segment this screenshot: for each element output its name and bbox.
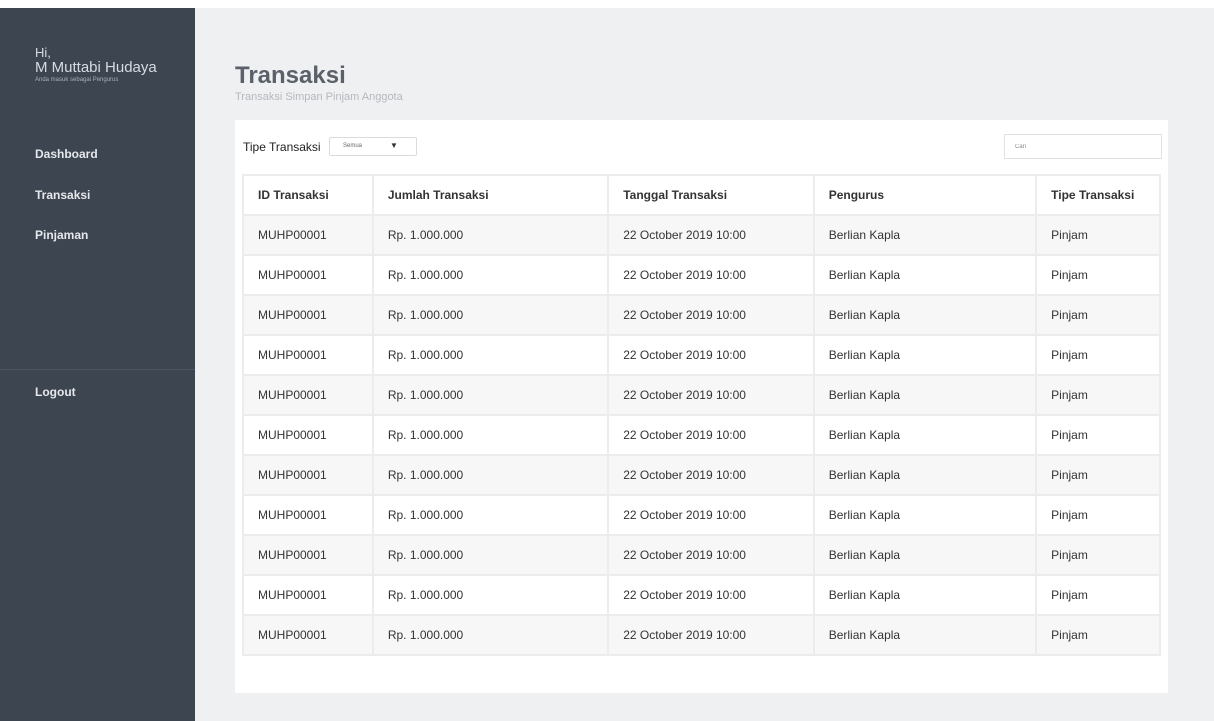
cell-id: MUHP00001 xyxy=(242,534,374,576)
cell-date: 22 October 2019 10:00 xyxy=(607,374,815,416)
cell-id: MUHP00001 xyxy=(242,334,374,376)
cell-id: MUHP00001 xyxy=(242,374,374,416)
column-header-id: ID Transaksi xyxy=(242,174,374,216)
caret-down-icon: ▼ xyxy=(390,141,398,150)
cell-date: 22 October 2019 10:00 xyxy=(607,454,815,496)
sidebar-item-dashboard[interactable]: Dashboard xyxy=(35,147,98,161)
cell-date: 22 October 2019 10:00 xyxy=(607,614,815,656)
page-title: Transaksi xyxy=(235,62,346,89)
logout-button[interactable]: Logout xyxy=(35,385,76,399)
transactions-card: Tipe Transaksi Semua ▼ ID Transaksi Juml… xyxy=(235,120,1168,693)
user-role: Anda masuk sebagai Pengurus xyxy=(35,77,119,83)
cell-amount: Rp. 1.000.000 xyxy=(371,614,610,656)
cell-id: MUHP00001 xyxy=(242,294,374,336)
greeting-text: Hi, xyxy=(35,45,51,60)
cell-amount: Rp. 1.000.000 xyxy=(371,294,610,336)
cell-officer: Berlian Kapla xyxy=(812,414,1038,456)
page-subtitle: Transaksi Simpan Pinjam Anggota xyxy=(235,91,403,103)
sidebar-divider xyxy=(0,369,195,370)
cell-amount: Rp. 1.000.000 xyxy=(371,254,610,296)
cell-id: MUHP00001 xyxy=(242,214,374,256)
search-box xyxy=(1004,134,1162,159)
transaction-type-select[interactable]: Semua ▼ xyxy=(329,137,417,156)
cell-amount: Rp. 1.000.000 xyxy=(371,414,610,456)
cell-date: 22 October 2019 10:00 xyxy=(607,334,815,376)
cell-type: Pinjam xyxy=(1035,254,1161,296)
table-header-row: ID Transaksi Jumlah Transaksi Tanggal Tr… xyxy=(242,174,1161,216)
cell-type: Pinjam xyxy=(1035,414,1161,456)
cell-date: 22 October 2019 10:00 xyxy=(607,494,815,536)
sidebar-item-pinjaman[interactable]: Pinjaman xyxy=(35,228,88,242)
cell-type: Pinjam xyxy=(1035,574,1161,616)
cell-date: 22 October 2019 10:00 xyxy=(607,294,815,336)
cell-type: Pinjam xyxy=(1035,294,1161,336)
table-row[interactable]: MUHP00001 Rp. 1.000.000 22 October 2019 … xyxy=(242,614,1161,656)
table-row[interactable]: MUHP00001 Rp. 1.000.000 22 October 2019 … xyxy=(242,454,1161,496)
user-greeting: Hi, M Muttabi Hudaya Anda masuk sebagai … xyxy=(35,46,157,84)
cell-id: MUHP00001 xyxy=(242,494,374,536)
column-header-type: Tipe Transaksi xyxy=(1035,174,1161,216)
cell-date: 22 October 2019 10:00 xyxy=(607,414,815,456)
cell-officer: Berlian Kapla xyxy=(812,334,1038,376)
cell-amount: Rp. 1.000.000 xyxy=(371,574,610,616)
cell-date: 22 October 2019 10:00 xyxy=(607,214,815,256)
cell-date: 22 October 2019 10:00 xyxy=(607,534,815,576)
cell-officer: Berlian Kapla xyxy=(812,534,1038,576)
cell-type: Pinjam xyxy=(1035,214,1161,256)
cell-type: Pinjam xyxy=(1035,334,1161,376)
sidebar-item-transaksi[interactable]: Transaksi xyxy=(35,188,90,202)
cell-id: MUHP00001 xyxy=(242,414,374,456)
cell-amount: Rp. 1.000.000 xyxy=(371,494,610,536)
table-row[interactable]: MUHP00001 Rp. 1.000.000 22 October 2019 … xyxy=(242,214,1161,256)
cell-officer: Berlian Kapla xyxy=(812,214,1038,256)
cell-type: Pinjam xyxy=(1035,494,1161,536)
cell-amount: Rp. 1.000.000 xyxy=(371,334,610,376)
search-input[interactable] xyxy=(1005,135,1161,159)
cell-date: 22 October 2019 10:00 xyxy=(607,254,815,296)
column-header-amount: Jumlah Transaksi xyxy=(371,174,610,216)
table-row[interactable]: MUHP00001 Rp. 1.000.000 22 October 2019 … xyxy=(242,574,1161,616)
table-row[interactable]: MUHP00001 Rp. 1.000.000 22 October 2019 … xyxy=(242,294,1161,336)
cell-amount: Rp. 1.000.000 xyxy=(371,454,610,496)
transactions-table: ID Transaksi Jumlah Transaksi Tanggal Tr… xyxy=(242,174,1161,656)
cell-officer: Berlian Kapla xyxy=(812,254,1038,296)
column-header-officer: Pengurus xyxy=(812,174,1038,216)
cell-amount: Rp. 1.000.000 xyxy=(371,374,610,416)
sidebar: Hi, M Muttabi Hudaya Anda masuk sebagai … xyxy=(0,8,195,721)
table-row[interactable]: MUHP00001 Rp. 1.000.000 22 October 2019 … xyxy=(242,494,1161,536)
cell-amount: Rp. 1.000.000 xyxy=(371,214,610,256)
cell-officer: Berlian Kapla xyxy=(812,294,1038,336)
user-name: M Muttabi Hudaya xyxy=(35,59,157,76)
table-row[interactable]: MUHP00001 Rp. 1.000.000 22 October 2019 … xyxy=(242,534,1161,576)
table-row[interactable]: MUHP00001 Rp. 1.000.000 22 October 2019 … xyxy=(242,374,1161,416)
column-header-date: Tanggal Transaksi xyxy=(607,174,815,216)
cell-date: 22 October 2019 10:00 xyxy=(607,574,815,616)
cell-id: MUHP00001 xyxy=(242,574,374,616)
table-row[interactable]: MUHP00001 Rp. 1.000.000 22 October 2019 … xyxy=(242,254,1161,296)
cell-id: MUHP00001 xyxy=(242,254,374,296)
cell-id: MUHP00001 xyxy=(242,614,374,656)
table-row[interactable]: MUHP00001 Rp. 1.000.000 22 October 2019 … xyxy=(242,334,1161,376)
transaction-type-selected: Semua xyxy=(343,143,363,149)
cell-type: Pinjam xyxy=(1035,454,1161,496)
cell-officer: Berlian Kapla xyxy=(812,454,1038,496)
cell-officer: Berlian Kapla xyxy=(812,494,1038,536)
table-row[interactable]: MUHP00001 Rp. 1.000.000 22 October 2019 … xyxy=(242,414,1161,456)
cell-officer: Berlian Kapla xyxy=(812,374,1038,416)
cell-id: MUHP00001 xyxy=(242,454,374,496)
cell-type: Pinjam xyxy=(1035,534,1161,576)
cell-type: Pinjam xyxy=(1035,614,1161,656)
cell-type: Pinjam xyxy=(1035,374,1161,416)
cell-officer: Berlian Kapla xyxy=(812,614,1038,656)
filter-label: Tipe Transaksi xyxy=(243,140,321,154)
cell-amount: Rp. 1.000.000 xyxy=(371,534,610,576)
cell-officer: Berlian Kapla xyxy=(812,574,1038,616)
